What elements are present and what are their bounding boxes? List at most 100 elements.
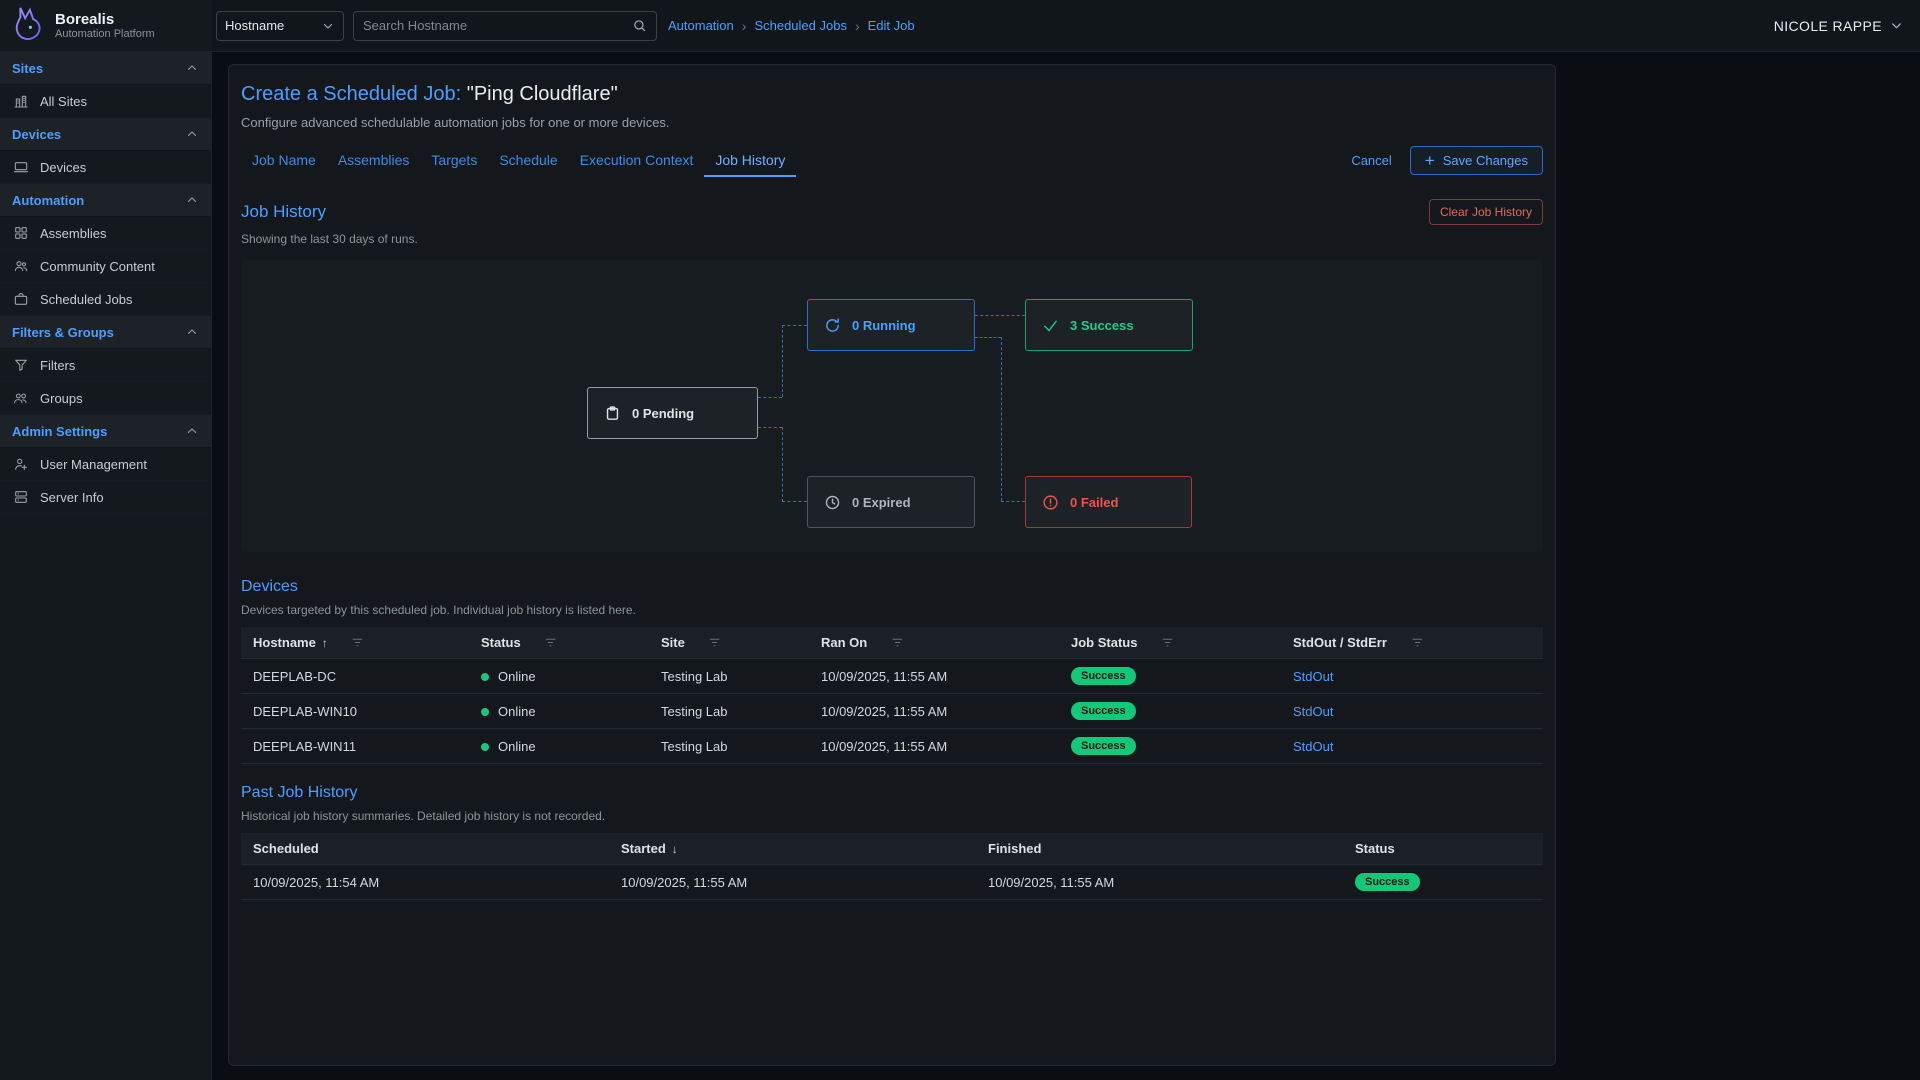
status-cell: Success [1343,865,1543,900]
device-row: DEEPLAB-WIN11 Online Testing Lab 10/09/2… [241,729,1543,764]
column-header-started[interactable]: Started ↓ [609,833,976,865]
job-history-subtitle: Showing the last 30 days of runs. [241,232,1543,246]
chevron-down-icon [321,19,335,33]
stdout-cell: StdOut [1281,694,1543,729]
sidebar-section-sites[interactable]: Sites [0,52,211,85]
section-label: Admin Settings [12,424,107,439]
clear-job-history-button[interactable]: Clear Job History [1429,199,1543,225]
job-status-diagram: 0 Pending 0 Running 3 Success 0 Expired … [241,260,1543,552]
column-label: StdOut / StdErr [1293,635,1387,650]
column-header-job-status[interactable]: Job Status [1059,627,1281,659]
sidebar-item-label: Assemblies [40,226,106,241]
brand[interactable]: Borealis Automation Platform [0,0,212,51]
success-badge: Success [1355,873,1420,891]
sidebar-item-filters[interactable]: Filters [0,349,211,382]
filter-icon[interactable] [1411,636,1424,649]
sort-ascending-icon: ↑ [322,636,328,650]
tab-targets[interactable]: Targets [420,143,488,177]
sidebar-item-all-sites[interactable]: All Sites [0,85,211,118]
page-subtitle: Configure advanced schedulable automatio… [241,115,1543,130]
hostname-select-value: Hostname [225,18,284,33]
clock-icon [824,494,841,511]
past-job-history-subtitle: Historical job history summaries. Detail… [241,809,1543,823]
connector-line [782,427,783,502]
past-jobs-table-header: Scheduled Started ↓ Finished Status [241,833,1543,865]
job-status-cell: Success [1059,659,1281,694]
tab-job-name[interactable]: Job Name [241,143,327,177]
sidebar-item-label: All Sites [40,94,87,109]
column-header-hostname[interactable]: Hostname↑ [241,627,469,659]
job-status-cell: Success [1059,729,1281,764]
sidebar-item-scheduled-jobs[interactable]: Scheduled Jobs [0,283,211,316]
column-header-status[interactable]: Status [1343,833,1543,865]
column-header-site[interactable]: Site [649,627,809,659]
search-icon[interactable] [632,18,647,33]
sort-descending-icon: ↓ [672,842,678,856]
sidebar-section-admin-settings[interactable]: Admin Settings [0,415,211,448]
filter-icon[interactable] [351,636,364,649]
connector-line [782,501,807,502]
search-input[interactable] [363,18,632,33]
site-cell: Testing Lab [649,694,809,729]
status-cell: Online [469,694,649,729]
sidebar-item-groups[interactable]: Groups [0,382,211,415]
breadcrumb-automation[interactable]: Automation [668,18,734,33]
briefcase-icon [13,291,29,307]
column-label: Status [481,635,521,650]
column-header-ran-on[interactable]: Ran On [809,627,1059,659]
breadcrumb-edit-job[interactable]: Edit Job [868,18,915,33]
section-label: Filters & Groups [12,325,114,340]
sidebar-section-devices[interactable]: Devices [0,118,211,151]
column-label: Started [621,841,666,856]
column-header-finished[interactable]: Finished [976,833,1343,865]
filter-icon[interactable] [891,636,904,649]
user-menu[interactable]: NICOLE RAPPE [1774,18,1904,34]
tab-execution-context[interactable]: Execution Context [569,143,705,177]
cancel-button[interactable]: Cancel [1351,153,1391,168]
devices-heading: Devices [241,578,298,596]
connector-line [1001,337,1002,501]
filter-icon[interactable] [708,636,721,649]
section-label: Devices [12,127,61,142]
column-label: Job Status [1071,635,1137,650]
stdout-link[interactable]: StdOut [1293,669,1333,684]
sidebar-section-filters-groups[interactable]: Filters & Groups [0,316,211,349]
connector-line [975,315,1025,316]
sidebar-item-devices[interactable]: Devices [0,151,211,184]
column-header-stdout[interactable]: StdOut / StdErr [1281,627,1543,659]
online-dot-icon [481,743,489,751]
failed-count: 0 Failed [1070,495,1118,510]
edit-job-panel: Create a Scheduled Job: "Ping Cloudflare… [228,64,1556,1066]
site-cell: Testing Lab [649,729,809,764]
column-header-scheduled[interactable]: Scheduled [241,833,609,865]
sidebar-item-assemblies[interactable]: Assemblies [0,217,211,250]
sidebar-item-server-info[interactable]: Server Info [0,481,211,514]
job-history-heading: Job History [241,202,326,222]
save-changes-button[interactable]: + Save Changes [1410,146,1543,175]
borealis-logo-icon [9,5,47,46]
past-job-history-heading: Past Job History [241,784,357,802]
check-icon [1042,317,1059,334]
sidebar-item-label: Community Content [40,259,155,274]
sidebar-section-automation[interactable]: Automation [0,184,211,217]
running-status-node: 0 Running [807,299,975,351]
tab-schedule[interactable]: Schedule [488,143,568,177]
sidebar-item-community-content[interactable]: Community Content [0,250,211,283]
search-box[interactable] [353,11,657,41]
tab-assemblies[interactable]: Assemblies [327,143,421,177]
breadcrumb-scheduled-jobs[interactable]: Scheduled Jobs [754,18,847,33]
column-label: Finished [988,841,1041,856]
filter-icon[interactable] [544,636,557,649]
stdout-link[interactable]: StdOut [1293,704,1333,719]
tab-job-history[interactable]: Job History [704,143,796,177]
past-job-history-table: Scheduled Started↓ Finished Status 10/09… [241,833,1543,900]
stdout-link[interactable]: StdOut [1293,739,1333,754]
ran-on-cell: 10/09/2025, 11:55 AM [809,729,1059,764]
hostname-cell: DEEPLAB-DC [241,659,469,694]
column-header-status[interactable]: Status [469,627,649,659]
filter-icon[interactable] [1161,636,1174,649]
tabs-row: Job Name Assemblies Targets Schedule Exe… [241,143,1543,177]
sidebar-item-user-management[interactable]: User Management [0,448,211,481]
page-title-job-name: "Ping Cloudflare" [467,83,618,105]
hostname-select[interactable]: Hostname [216,11,344,41]
